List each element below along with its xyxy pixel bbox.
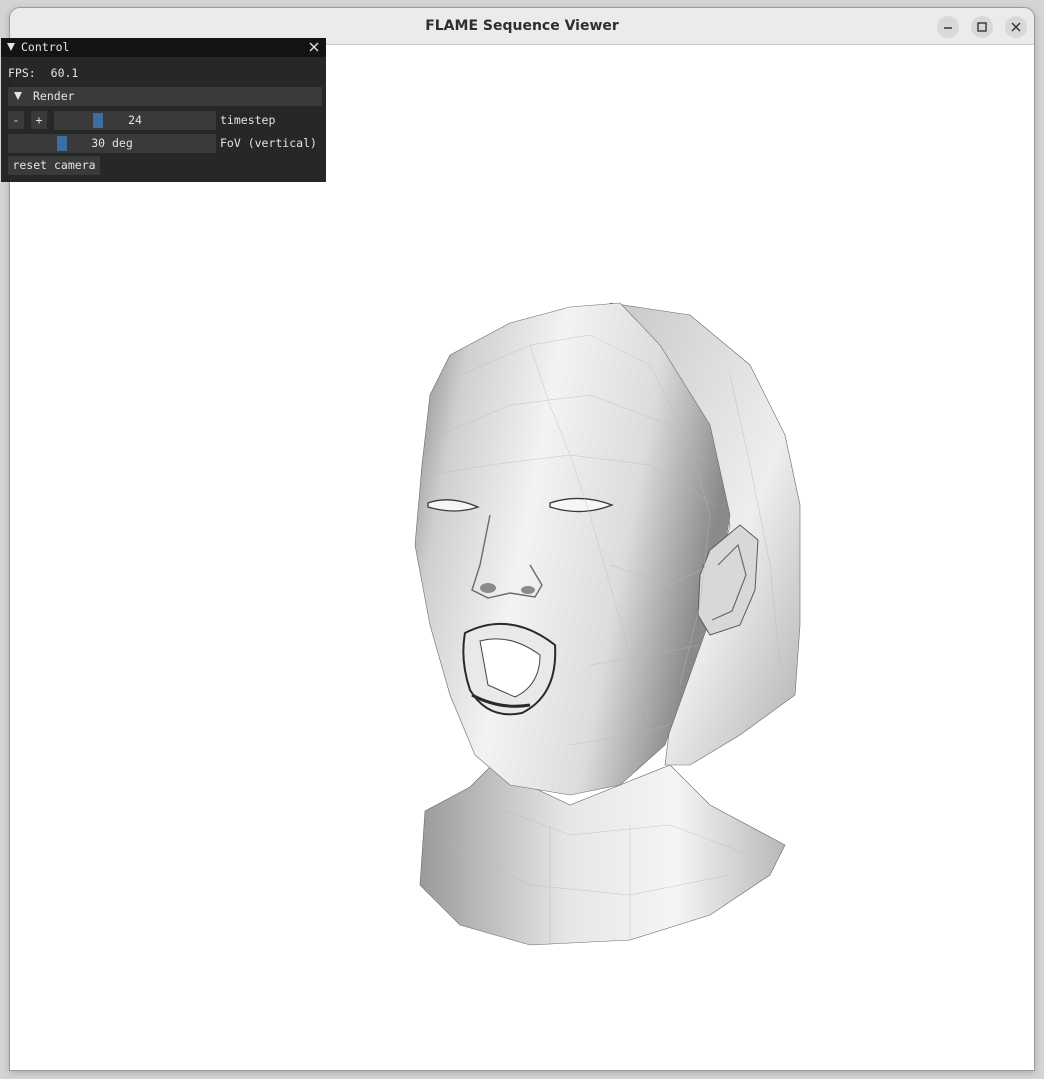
fps-value: 60.1 — [50, 66, 79, 80]
minimize-button[interactable] — [937, 16, 959, 38]
reset-camera-button[interactable]: reset camera — [8, 156, 100, 175]
control-panel: Control FPS: 60.1 Render - + 24 timestep… — [1, 38, 326, 182]
timestep-slider[interactable]: 24 — [54, 111, 216, 130]
timestep-label: timestep — [220, 113, 276, 127]
timestep-increment-button[interactable]: + — [31, 111, 47, 129]
minimize-icon — [944, 27, 952, 29]
panel-close-icon[interactable] — [307, 39, 321, 55]
fov-slider[interactable]: 30 deg — [8, 134, 216, 153]
fov-value: 30 deg — [91, 136, 133, 150]
fps-readout: FPS: 60.1 — [8, 66, 78, 80]
timestep-decrement-button[interactable]: - — [8, 111, 24, 129]
maximize-button[interactable] — [971, 16, 993, 38]
control-panel-titlebar[interactable]: Control — [1, 38, 326, 57]
timestep-value: 24 — [128, 113, 142, 127]
close-button[interactable] — [1005, 16, 1027, 38]
fps-label: FPS: — [8, 66, 36, 80]
render-viewport[interactable] — [10, 45, 1034, 1070]
close-icon — [1011, 22, 1021, 32]
render-collapse-triangle-icon — [14, 92, 22, 100]
maximize-icon — [977, 22, 987, 32]
collapse-triangle-icon[interactable] — [7, 43, 15, 51]
head-mesh-render — [414, 302, 801, 946]
control-panel-title: Control — [21, 40, 70, 54]
fov-label: FoV (vertical) — [220, 136, 317, 150]
render-section-header[interactable]: Render — [8, 87, 322, 106]
render-section-label: Render — [33, 89, 75, 103]
